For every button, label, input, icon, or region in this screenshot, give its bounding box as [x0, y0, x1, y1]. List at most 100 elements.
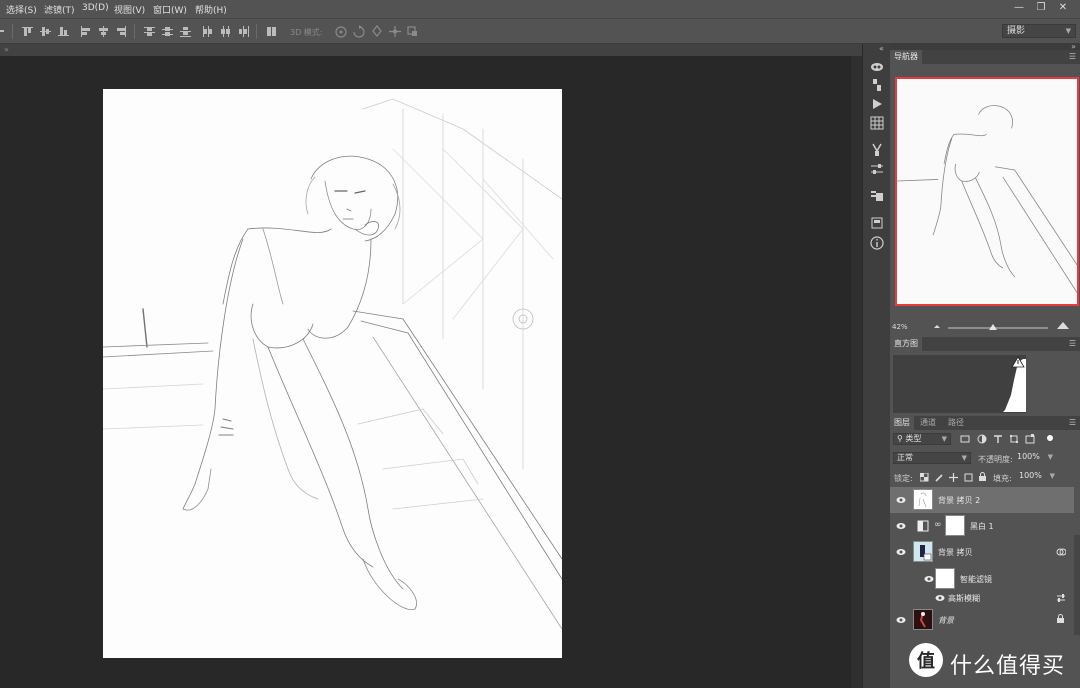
- collapse-icon[interactable]: »: [4, 45, 9, 54]
- eye-icon[interactable]: [896, 495, 906, 505]
- eye-icon[interactable]: [896, 547, 906, 557]
- panel-menu-icon[interactable]: ☰: [1069, 340, 1076, 348]
- adjustments-sliders-icon[interactable]: [870, 162, 884, 176]
- lock-pixels-icon[interactable]: [935, 473, 944, 485]
- align-top-icon[interactable]: [22, 26, 33, 37]
- align-hcenter-icon[interactable]: [98, 26, 109, 37]
- filter-pixel-icon[interactable]: [960, 434, 970, 447]
- layer-name[interactable]: 背景: [938, 615, 954, 626]
- tab-channels[interactable]: 通道: [916, 416, 940, 430]
- smart-filter-indicator-icon[interactable]: [1056, 547, 1067, 560]
- 3d-scale-icon[interactable]: [406, 25, 420, 36]
- distribute-vcenter-icon[interactable]: [162, 26, 173, 37]
- layer-row[interactable]: 背景: [890, 607, 1074, 633]
- workspace-select[interactable]: 摄影 ▼: [1002, 24, 1076, 38]
- play-actions-icon[interactable]: [870, 97, 884, 111]
- canvas-scrollbar[interactable]: [851, 56, 862, 688]
- zoom-out-icon[interactable]: [933, 322, 941, 333]
- grid-swatches-icon[interactable]: [870, 116, 884, 130]
- auto-align-icon[interactable]: [266, 26, 277, 37]
- eye-icon[interactable]: [896, 521, 906, 531]
- menu-help[interactable]: 帮助(H): [195, 3, 227, 16]
- lock-transparent-icon[interactable]: [919, 472, 929, 485]
- watermark: 值 什么值得买: [906, 636, 1080, 688]
- clone-source-icon[interactable]: [870, 189, 884, 203]
- align-vcenter-icon[interactable]: [40, 26, 51, 37]
- lock-artboard-icon[interactable]: [964, 473, 973, 485]
- link-icon[interactable]: ∞: [934, 520, 942, 530]
- lock-all-icon[interactable]: [978, 472, 987, 485]
- zoom-slider-thumb[interactable]: [989, 324, 997, 330]
- tool-preset-icon[interactable]: [0, 26, 6, 37]
- layer-row[interactable]: ∞ 黑白 1: [890, 513, 1074, 539]
- panel-menu-icon[interactable]: ☰: [1069, 419, 1076, 427]
- distribute-hcenter-icon[interactable]: [220, 26, 231, 37]
- 3d-orbit-icon[interactable]: [334, 25, 348, 38]
- lock-position-icon[interactable]: [949, 473, 958, 485]
- layer-name[interactable]: 背景 拷贝: [938, 547, 973, 558]
- tab-histogram[interactable]: 直方图: [890, 337, 922, 351]
- layer-name[interactable]: 背景 拷贝 2: [938, 495, 980, 506]
- filter-smart-object-icon[interactable]: [1025, 434, 1035, 447]
- layer-name[interactable]: 智能滤镜: [960, 574, 992, 585]
- brush-settings-icon[interactable]: [870, 143, 884, 157]
- layer-row[interactable]: 背景 拷贝 2: [890, 487, 1074, 513]
- filter-type-icon[interactable]: [993, 434, 1003, 447]
- zoom-in-icon[interactable]: [1056, 320, 1070, 333]
- tab-paths[interactable]: 路径: [944, 416, 968, 430]
- navigator-thumbnail[interactable]: [895, 77, 1079, 306]
- menu-window[interactable]: 窗口(W): [153, 3, 187, 16]
- properties-icon[interactable]: [870, 216, 884, 230]
- distribute-left-icon[interactable]: [202, 26, 213, 37]
- blend-mode-select[interactable]: 正常 ▼: [893, 452, 971, 464]
- menu-filter[interactable]: 滤镜(T): [44, 3, 75, 16]
- layer-name[interactable]: 高斯模糊: [948, 593, 980, 604]
- layer-mask-thumbnail[interactable]: [945, 515, 965, 536]
- layer-row[interactable]: 背景 拷贝: [890, 539, 1074, 565]
- tab-layers[interactable]: 图层: [890, 416, 914, 430]
- filter-toggle-icon[interactable]: [1045, 433, 1055, 446]
- filter-mask-thumbnail[interactable]: [935, 568, 955, 589]
- layer-thumbnail: [913, 609, 933, 630]
- brush-presets-icon[interactable]: [870, 60, 884, 74]
- distribute-top-icon[interactable]: [144, 26, 155, 37]
- filter-shape-icon[interactable]: [1009, 434, 1019, 447]
- opacity-field[interactable]: 100% ▼: [1014, 452, 1054, 464]
- layers-scrollbar[interactable]: [1074, 535, 1080, 635]
- smart-filter-row[interactable]: 智能滤镜: [890, 565, 1074, 591]
- panel-menu-icon[interactable]: ☰: [1069, 53, 1076, 61]
- align-right-icon[interactable]: [116, 26, 127, 37]
- minimize-icon[interactable]: —: [1012, 2, 1026, 14]
- align-bottom-icon[interactable]: [58, 26, 69, 37]
- filter-adjustment-icon[interactable]: [977, 434, 987, 447]
- paint-icon[interactable]: [870, 78, 884, 92]
- distribute-right-icon[interactable]: [238, 26, 249, 37]
- 3d-slide-icon[interactable]: [388, 25, 402, 37]
- tab-navigator[interactable]: 导航器: [890, 50, 922, 64]
- eye-icon[interactable]: [935, 593, 945, 603]
- eye-icon[interactable]: [924, 574, 934, 584]
- search-icon: ⚲: [897, 434, 903, 443]
- filter-item-row[interactable]: 高斯模糊: [890, 589, 1074, 605]
- document-canvas[interactable]: [103, 89, 562, 658]
- menu-select[interactable]: 选择(S): [6, 3, 37, 16]
- layer-name[interactable]: 黑白 1: [970, 521, 994, 532]
- 3d-roll-icon[interactable]: [352, 25, 366, 38]
- menu-3d[interactable]: 3D(D): [82, 3, 109, 13]
- restore-icon[interactable]: ❐: [1034, 2, 1048, 14]
- align-left-icon[interactable]: [80, 26, 91, 37]
- filter-options-icon[interactable]: [1056, 593, 1066, 606]
- distribute-bottom-icon[interactable]: [180, 26, 191, 37]
- close-icon[interactable]: ✕: [1056, 2, 1070, 14]
- blend-mode-value: 正常: [897, 453, 913, 462]
- menu-view[interactable]: 视图(V): [114, 3, 145, 16]
- layer-filter-select[interactable]: ⚲ 类型 ▼: [893, 433, 951, 445]
- eye-icon[interactable]: [896, 615, 906, 625]
- panel-dock-icons: «: [862, 44, 890, 688]
- zoom-value[interactable]: 42%: [892, 323, 908, 331]
- 3d-pan-icon[interactable]: [370, 25, 384, 37]
- collapse-dock-icon[interactable]: «: [879, 44, 884, 53]
- info-icon[interactable]: [870, 236, 884, 250]
- fill-field[interactable]: 100% ▼: [1016, 471, 1056, 483]
- zoom-slider[interactable]: [948, 327, 1048, 329]
